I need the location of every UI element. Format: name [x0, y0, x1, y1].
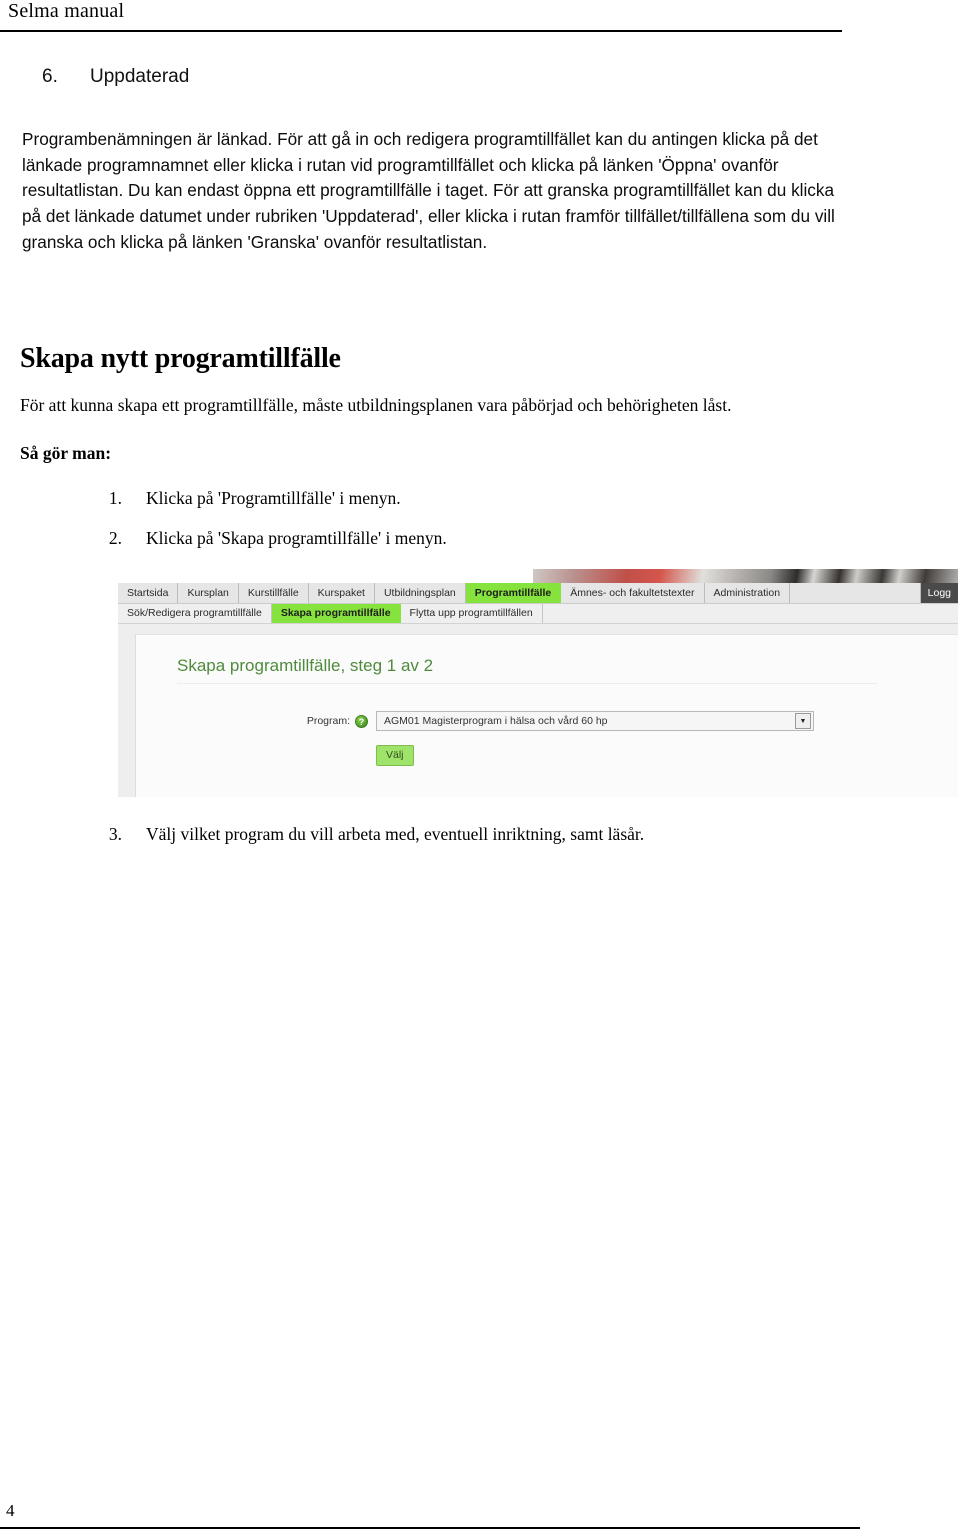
list-item: 1. Klicka på 'Programtillfälle' i menyn.	[86, 488, 401, 509]
valj-button[interactable]: Välj	[376, 745, 414, 766]
app-content-panel: Skapa programtillfälle, steg 1 av 2 Prog…	[135, 634, 958, 797]
document-header-title: Selma manual	[8, 0, 125, 22]
sub-tab-bar-spacer	[543, 604, 958, 623]
intro-paragraph: Programbenämningen är länkad. För att gå…	[22, 129, 835, 252]
program-select-value: AGM01 Magisterprogram i hälsa och vård 6…	[384, 715, 608, 727]
page-title: Skapa nytt programtillfälle	[20, 343, 341, 375]
instructions-subheading: Så gör man:	[20, 443, 112, 463]
tab-kurstillfalle[interactable]: Kurstillfälle	[238, 583, 309, 603]
list-item-text: Klicka på 'Programtillfälle' i menyn.	[146, 488, 401, 508]
subtab-skapa-programtillfalle[interactable]: Skapa programtillfälle	[271, 604, 401, 623]
page-footer: 4	[0, 1475, 960, 1535]
program-select[interactable]: AGM01 Magisterprogram i hälsa och vård 6…	[376, 711, 814, 731]
list-item: 3. Välj vilket program du vill arbeta med…	[86, 824, 644, 845]
embedded-app-screenshot: Startsida Kursplan Kurstillfälle Kurspak…	[118, 569, 958, 797]
program-form-row: Program: ? AGM01 Magisterprogram i hälsa…	[136, 711, 958, 731]
subtab-flytta-upp-programtillfallen[interactable]: Flytta upp programtillfällen	[401, 604, 543, 623]
app-main-tab-bar: Startsida Kursplan Kurstillfälle Kurspak…	[118, 583, 958, 604]
panel-title-divider	[177, 683, 877, 684]
tab-startsida[interactable]: Startsida	[118, 583, 179, 603]
tab-amnes-och-fakultetstexter[interactable]: Ämnes- och fakultetstexter	[561, 583, 705, 603]
section-heading: 6. Uppdaterad	[42, 66, 742, 88]
section-number: 6.	[42, 66, 58, 87]
list-item-text: Klicka på 'Skapa programtillfälle' i men…	[146, 528, 447, 548]
header-divider-rule	[0, 30, 842, 32]
logout-button[interactable]: Logg	[920, 583, 958, 603]
requirements-paragraph: För att kunna skapa ett programtillfälle…	[20, 394, 732, 415]
program-field-label: Program:	[306, 715, 350, 727]
submit-row-offset	[136, 745, 376, 766]
app-panel-title: Skapa programtillfälle, steg 1 av 2	[177, 656, 434, 675]
tab-programtillfalle[interactable]: Programtillfälle	[465, 583, 562, 603]
tab-utbildningsplan[interactable]: Utbildningsplan	[374, 583, 466, 603]
app-sub-tab-bar: Sök/Redigera programtillfälle Skapa prog…	[118, 604, 958, 624]
chevron-down-icon[interactable]: ▼	[795, 713, 811, 729]
tab-administration[interactable]: Administration	[704, 583, 791, 603]
tab-kurspaket[interactable]: Kurspaket	[308, 583, 375, 603]
footer-divider-rule	[0, 1527, 860, 1529]
page-number: 4	[6, 1501, 15, 1520]
list-item-marker: 1.	[108, 488, 122, 508]
banner-photo-image	[533, 569, 958, 583]
list-item-marker: 2.	[108, 528, 122, 548]
section-title: Uppdaterad	[90, 66, 190, 87]
app-body: Skapa programtillfälle, steg 1 av 2 Prog…	[118, 625, 958, 797]
tab-bar-spacer	[790, 583, 921, 603]
help-icon[interactable]: ?	[355, 714, 368, 728]
tab-kursplan[interactable]: Kursplan	[178, 583, 239, 603]
list-item-marker: 3.	[108, 824, 122, 844]
submit-row: Välj	[136, 745, 958, 766]
app-banner-strip	[118, 569, 958, 583]
list-item-text: Välj vilket program du vill arbeta med, …	[146, 824, 645, 844]
page-running-header: Selma manual	[0, 0, 960, 34]
list-item: 2. Klicka på 'Skapa programtillfälle' i m…	[86, 528, 447, 549]
subtab-sok-redigera-programtillfalle[interactable]: Sök/Redigera programtillfälle	[118, 604, 272, 623]
